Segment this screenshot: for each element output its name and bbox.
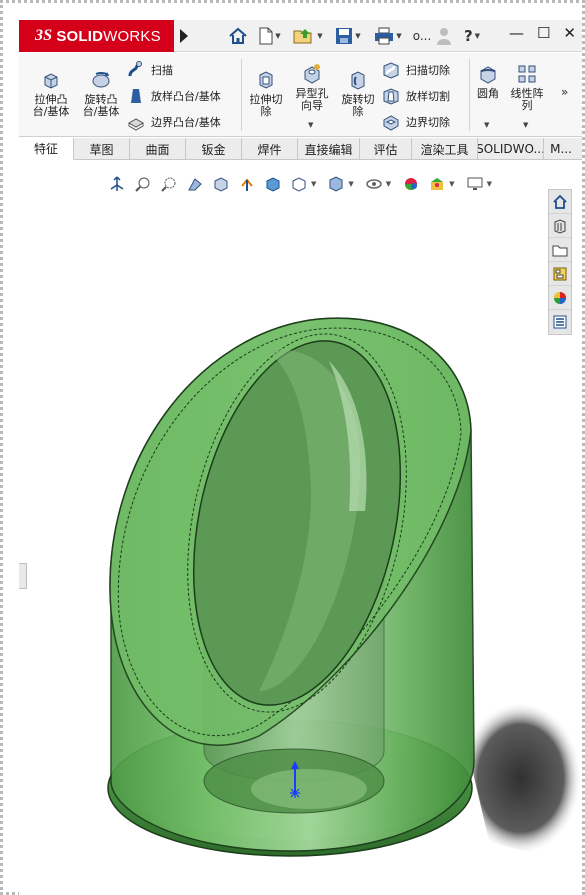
revolve-boss-button[interactable]: 旋转凸 台/基体 xyxy=(77,69,125,118)
revolve-cut-icon xyxy=(347,69,369,91)
boundary-cut-label: 边界切除 xyxy=(406,116,450,129)
expand-menu-arrow-icon[interactable] xyxy=(179,28,191,44)
help-icon[interactable]: ? ▼ xyxy=(459,24,485,48)
tab-solidworks-addins[interactable]: SOLIDWO... xyxy=(478,138,544,160)
home-icon[interactable] xyxy=(227,24,249,48)
open-folder-icon[interactable]: ▼ xyxy=(291,24,325,48)
extrude-cut-icon xyxy=(255,69,277,91)
print-icon[interactable]: ▼ xyxy=(371,24,405,48)
lofted-cut-button[interactable]: 放样切割 xyxy=(382,85,450,107)
ds-logo-mark: 3S xyxy=(35,27,53,44)
tab-sketch[interactable]: 草图 xyxy=(74,138,130,160)
boundary-boss-button[interactable]: 边界凸台/基体 xyxy=(127,111,221,133)
graphics-area[interactable]: ▼ ▼ ▼ ▼ ▼ xyxy=(19,161,582,895)
revolve-cut-label: 旋转切 除 xyxy=(341,93,375,118)
lofted-cut-label: 放样切割 xyxy=(406,90,450,103)
sweep-label: 扫描 xyxy=(151,64,173,77)
revolve-cut-button[interactable]: 旋转切 除 xyxy=(337,69,379,118)
swept-cut-button[interactable]: 扫描切除 xyxy=(382,59,450,81)
tab-render-tools[interactable]: 渲染工具 xyxy=(412,138,478,160)
solidworks-logo[interactable]: 3S SOLID WORKS xyxy=(19,20,174,52)
fillet-icon xyxy=(477,63,499,85)
extrude-boss-button[interactable]: 拉伸凸 台/基体 xyxy=(25,69,77,118)
boundary-cut-icon xyxy=(382,113,400,131)
loft-boss-button[interactable]: 放样凸台/基体 xyxy=(127,85,221,107)
revolve-boss-label: 旋转凸 台/基体 xyxy=(82,93,120,118)
tab-sheet-metal[interactable]: 钣金 xyxy=(186,138,242,160)
fillet-dropdown-icon[interactable]: ▼ xyxy=(484,121,489,129)
hole-wizard-label: 异型孔 向导 xyxy=(295,87,329,112)
sweep-button[interactable]: 扫描 xyxy=(127,59,173,81)
model-bore-floor-light xyxy=(251,769,367,809)
title-bar: 3S SOLID WORKS ▼ ▼ ▼ ▼ o... ? ▼ — ☐ ✕ xyxy=(19,20,582,52)
loft-boss-label: 放样凸台/基体 xyxy=(151,90,221,103)
tab-evaluate[interactable]: 评估 xyxy=(360,138,412,160)
ribbon-overflow-icon[interactable]: » xyxy=(561,85,568,99)
3d-model-elbow-pipe[interactable] xyxy=(19,161,582,895)
ribbon-separator xyxy=(241,59,242,131)
tab-surfaces[interactable]: 曲面 xyxy=(130,138,186,160)
loft-boss-icon xyxy=(127,87,145,105)
boundary-boss-icon xyxy=(127,113,145,131)
brand-solid: SOLID xyxy=(56,27,104,45)
hole-wizard-button[interactable]: 异型孔 向导 xyxy=(289,63,335,112)
extrude-cut-button[interactable]: 拉伸切 除 xyxy=(244,69,288,118)
ribbon-separator xyxy=(469,59,470,131)
boundary-cut-button[interactable]: 边界切除 xyxy=(382,111,450,133)
user-label[interactable]: o... xyxy=(411,24,433,48)
fillet-button[interactable]: 圆角 xyxy=(471,63,505,100)
tab-direct-editing[interactable]: 直接编辑 xyxy=(298,138,360,160)
revolve-boss-icon xyxy=(90,69,112,91)
hole-wizard-dropdown-icon[interactable]: ▼ xyxy=(308,121,313,129)
swept-cut-label: 扫描切除 xyxy=(406,64,450,77)
command-manager-tabs: 特征 草图 曲面 钣金 焊件 直接编辑 评估 渲染工具 SOLIDWO... M… xyxy=(19,138,582,160)
hole-wizard-icon xyxy=(301,63,323,85)
minimize-icon[interactable]: — xyxy=(509,24,524,42)
close-icon[interactable]: ✕ xyxy=(563,24,576,42)
new-document-icon[interactable]: ▼ xyxy=(255,24,285,48)
window-controls: — ☐ ✕ xyxy=(509,24,576,42)
save-icon[interactable]: ▼ xyxy=(331,24,365,48)
linear-pattern-button[interactable]: 线性阵 列 xyxy=(505,63,549,112)
user-avatar-icon[interactable] xyxy=(435,24,453,48)
boundary-boss-label: 边界凸台/基体 xyxy=(151,116,221,129)
extrude-boss-icon xyxy=(40,69,62,91)
extrude-boss-label: 拉伸凸 台/基体 xyxy=(32,93,70,118)
linear-pattern-label: 线性阵 列 xyxy=(510,87,544,112)
app-window: 3S SOLID WORKS ▼ ▼ ▼ ▼ o... ? ▼ — ☐ ✕ 拉伸… xyxy=(0,0,585,895)
tab-features[interactable]: 特征 xyxy=(19,138,74,160)
swept-cut-icon xyxy=(382,61,400,79)
linear-pattern-icon xyxy=(516,63,538,85)
fillet-label: 圆角 xyxy=(477,87,499,100)
command-manager-ribbon: 拉伸凸 台/基体 旋转凸 台/基体 扫描 放样凸台/基体 边界凸台/基体 拉伸切… xyxy=(19,53,582,137)
extrude-cut-label: 拉伸切 除 xyxy=(249,93,283,118)
tab-weldments[interactable]: 焊件 xyxy=(242,138,298,160)
maximize-icon[interactable]: ☐ xyxy=(537,24,550,42)
tab-mbd[interactable]: M... xyxy=(544,138,578,160)
linear-pattern-dropdown-icon[interactable]: ▼ xyxy=(523,121,528,129)
sweep-icon xyxy=(127,61,145,79)
model-shadow xyxy=(459,701,582,856)
lofted-cut-icon xyxy=(382,87,400,105)
brand-works: WORKS xyxy=(103,27,161,45)
